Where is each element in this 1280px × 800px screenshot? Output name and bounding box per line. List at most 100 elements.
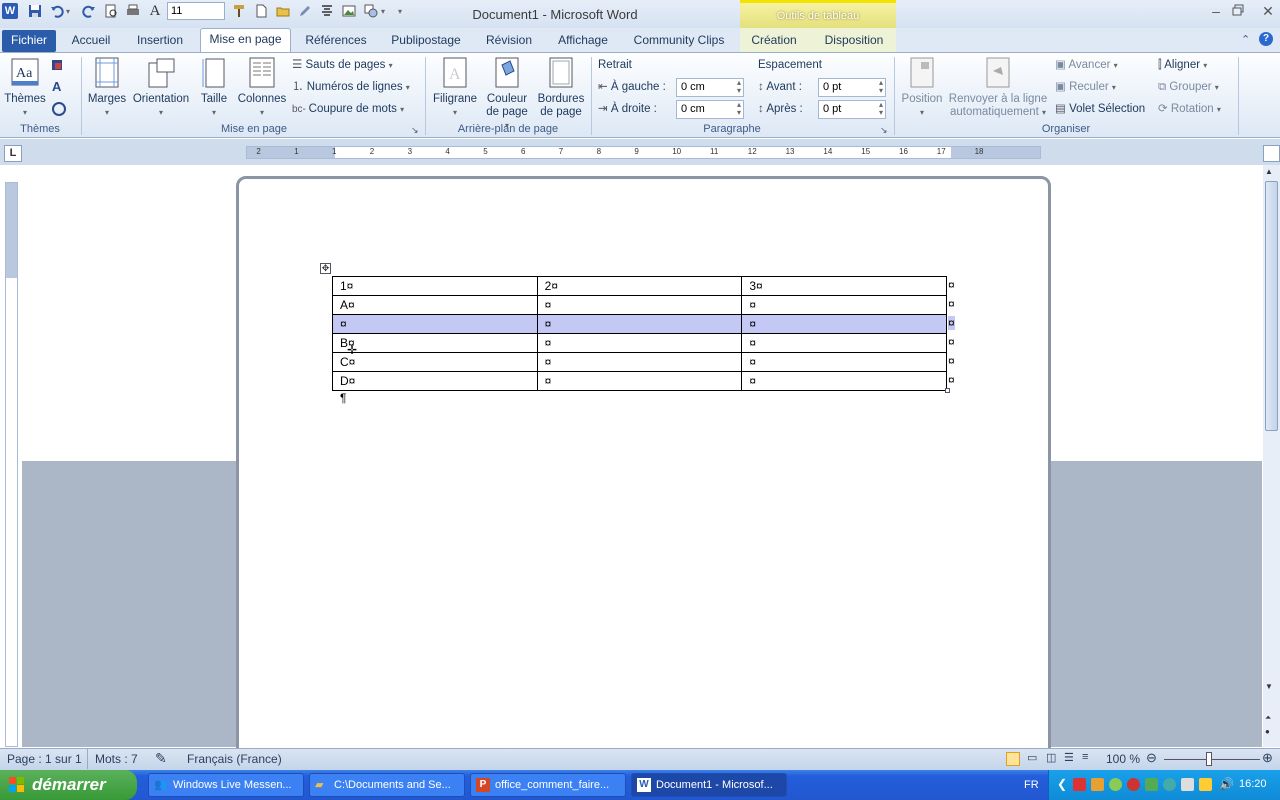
table-resize-handle-icon[interactable] xyxy=(945,388,950,393)
tab-affichage[interactable]: Affichage xyxy=(549,30,617,52)
tab-publipostage[interactable]: Publipostage xyxy=(384,30,468,52)
spinner-icon[interactable]: ▴ ▾ xyxy=(737,79,741,95)
theme-fonts-icon[interactable]: A xyxy=(52,79,61,94)
picture-icon[interactable] xyxy=(340,2,358,20)
proofing-icon[interactable]: ✎ xyxy=(155,750,167,767)
font-icon[interactable]: A xyxy=(146,2,164,20)
tray-app-icon[interactable] xyxy=(1091,778,1104,791)
spinner-icon[interactable]: ▴ ▾ xyxy=(737,101,741,117)
zoom-in-icon[interactable]: ⊕ xyxy=(1262,750,1273,766)
shapes-icon[interactable] xyxy=(362,2,380,20)
browse-object-icon[interactable]: ● xyxy=(1265,727,1270,736)
restore-icon[interactable] xyxy=(1232,4,1252,24)
tab-insertion[interactable]: Insertion xyxy=(127,30,193,52)
scrollbar-thumb[interactable] xyxy=(1265,181,1278,431)
grouper-button[interactable]: ⧉ Grouper ▾ xyxy=(1158,77,1219,97)
print-icon[interactable] xyxy=(124,2,142,20)
table-move-handle-icon[interactable]: ✥ xyxy=(320,263,331,274)
position-button[interactable]: Position ▾ xyxy=(898,57,946,119)
align-center-icon[interactable] xyxy=(318,2,336,20)
status-language[interactable]: Français (France) xyxy=(187,752,282,766)
horizontal-ruler[interactable]: 2 1 1 2 3 4 5 6 7 8 9 10 11 12 13 14 15 16 17 18 xyxy=(246,146,1041,159)
table-cell[interactable]: ¤ xyxy=(741,333,947,353)
tab-mise-en-page[interactable]: Mise en page xyxy=(200,28,291,53)
table-cell[interactable]: ¤ xyxy=(536,314,743,334)
espacement-avant-input[interactable]: 0 pt ▴ ▾ xyxy=(818,78,886,97)
themes-button[interactable]: Aa Thèmes ▾ xyxy=(4,57,46,119)
tab-selector-button[interactable]: L xyxy=(4,145,22,162)
page[interactable] xyxy=(236,176,1051,776)
table-cell[interactable]: ¤ xyxy=(741,371,947,391)
full-screen-view-icon[interactable]: ▭ xyxy=(1027,751,1037,764)
table-cell[interactable]: ¤ xyxy=(536,333,743,353)
tab-revision[interactable]: Révision xyxy=(478,30,540,52)
minimize-icon[interactable]: – xyxy=(1206,3,1226,23)
table-cell[interactable]: D¤ xyxy=(332,371,538,391)
tab-references[interactable]: Références xyxy=(298,30,374,52)
scroll-up-icon[interactable]: ▲ xyxy=(1265,167,1273,176)
tray-app-icon[interactable] xyxy=(1199,778,1212,791)
edit-icon[interactable] xyxy=(296,2,314,20)
help-icon[interactable]: ? xyxy=(1259,32,1273,46)
zoom-slider-thumb[interactable] xyxy=(1206,752,1212,766)
open-folder-icon[interactable] xyxy=(274,2,292,20)
close-icon[interactable]: ✕ xyxy=(1258,3,1278,23)
theme-colors-icon[interactable] xyxy=(50,59,70,73)
table-cell[interactable]: ¤ xyxy=(741,352,947,372)
paragraph-launcher-icon[interactable]: ↘ xyxy=(880,125,888,136)
taskbar-item-explorer[interactable]: ▰ C:\Documents and Se... xyxy=(309,773,465,797)
table-cell[interactable]: A¤ xyxy=(332,295,538,315)
table-cell[interactable]: 2¤ xyxy=(536,276,743,296)
undo-icon[interactable] xyxy=(48,2,66,20)
scroll-down-icon[interactable]: ▼ xyxy=(1265,682,1273,691)
table-cell[interactable]: ¤ xyxy=(536,371,743,391)
tray-app-icon[interactable] xyxy=(1127,778,1140,791)
coupure-de-mots-button[interactable]: bc- Coupure de mots ▾ xyxy=(292,99,404,119)
tray-app-icon[interactable] xyxy=(1073,778,1086,791)
undo-dropdown-icon[interactable]: ▾ xyxy=(66,7,70,16)
save-icon[interactable] xyxy=(26,2,44,20)
tray-app-icon[interactable] xyxy=(1145,778,1158,791)
page-setup-launcher-icon[interactable]: ↘ xyxy=(411,125,419,136)
rotation-button[interactable]: ⟳ Rotation ▾ xyxy=(1158,99,1221,119)
renvoyer-a-la-ligne-button[interactable]: Renvoyer à la ligne automatiquement ▾ xyxy=(947,57,1049,119)
table-cell[interactable]: C¤ xyxy=(332,352,538,372)
table-cell[interactable]: B¤ xyxy=(332,333,538,353)
tab-disposition[interactable]: Disposition xyxy=(815,30,893,52)
zoom-slider[interactable] xyxy=(1164,759,1260,760)
volume-icon[interactable]: 🔊 xyxy=(1219,777,1234,791)
previous-page-icon[interactable]: ⏶ xyxy=(1265,713,1271,723)
couleur-de-page-button[interactable]: Couleur de page ▾ xyxy=(483,57,531,132)
new-document-icon[interactable] xyxy=(252,2,270,20)
spinner-icon[interactable]: ▴ ▾ xyxy=(879,101,883,117)
zoom-out-icon[interactable]: ⊖ xyxy=(1146,750,1157,766)
web-layout-view-icon[interactable]: ◫ xyxy=(1046,751,1056,764)
vertical-ruler[interactable] xyxy=(5,182,18,747)
language-indicator[interactable]: FR xyxy=(1024,779,1039,791)
tray-app-icon[interactable] xyxy=(1181,778,1194,791)
table-cell[interactable]: ¤ xyxy=(741,314,947,334)
word-app-icon[interactable]: W xyxy=(2,3,18,19)
bordures-de-page-button[interactable]: Bordures de page xyxy=(536,57,586,119)
tab-fichier[interactable]: Fichier xyxy=(2,30,56,52)
spinner-icon[interactable]: ▴ ▾ xyxy=(879,79,883,95)
tab-community-clips[interactable]: Community Clips xyxy=(627,30,731,52)
view-ruler-icon[interactable] xyxy=(1263,145,1280,162)
taille-button[interactable]: Taille ▾ xyxy=(196,57,232,119)
volet-selection-button[interactable]: ▤ Volet Sélection xyxy=(1055,99,1145,119)
table-cell[interactable]: ¤ xyxy=(332,314,538,334)
clock[interactable]: 16:20 xyxy=(1239,778,1267,790)
orientation-button[interactable]: Orientation ▾ xyxy=(130,57,192,119)
sauts-de-pages-button[interactable]: ☰ Sauts de pages ▾ xyxy=(292,55,393,75)
retrait-droite-input[interactable]: 0 cm ▴ ▾ xyxy=(676,100,744,119)
marges-button[interactable]: Marges ▾ xyxy=(86,57,128,119)
ribbon-collapse-icon[interactable]: ⌃ xyxy=(1241,33,1250,46)
font-size-field[interactable]: 11 xyxy=(167,2,225,20)
espacement-apres-input[interactable]: 0 pt ▴ ▾ xyxy=(818,100,886,119)
aligner-button[interactable]: ⫿ Aligner ▾ xyxy=(1158,55,1207,75)
tray-app-icon[interactable] xyxy=(1109,778,1122,791)
status-words[interactable]: Mots : 7 xyxy=(95,752,138,766)
avancer-button[interactable]: ▣ Avancer ▾ xyxy=(1055,55,1118,75)
table-cell[interactable]: 3¤ xyxy=(741,276,947,296)
retrait-gauche-input[interactable]: 0 cm ▴ ▾ xyxy=(676,78,744,97)
